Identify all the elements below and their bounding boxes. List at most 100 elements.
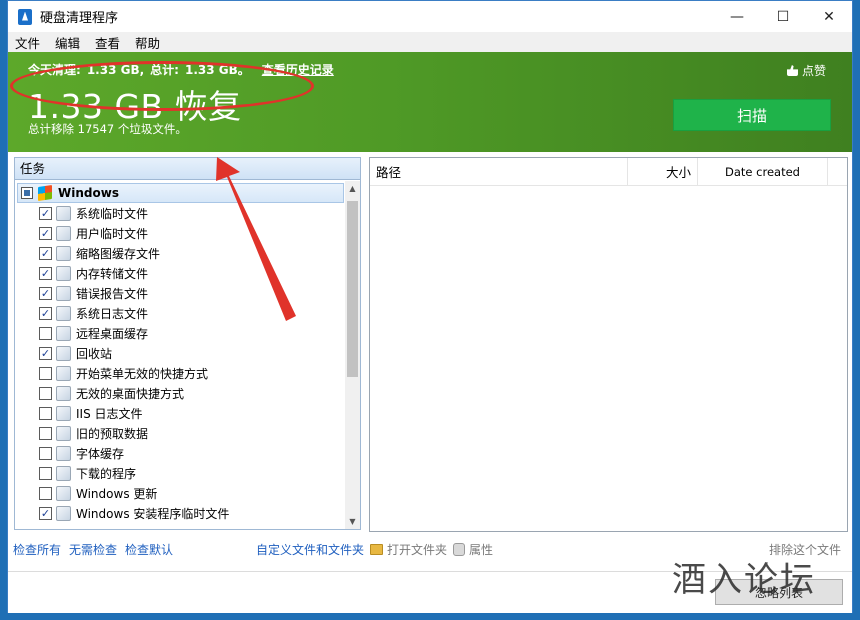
menu-file[interactable]: 文件 (15, 33, 40, 52)
task-item-icon (56, 445, 71, 461)
task-item-label: 无效的桌面快捷方式 (76, 386, 185, 401)
column-date-created[interactable]: Date created (698, 157, 828, 186)
task-checkbox[interactable]: ✓ (39, 226, 52, 240)
task-checkbox[interactable]: ✓ (39, 246, 52, 260)
task-checkbox[interactable]: ✓ (39, 346, 52, 360)
scroll-down-icon[interactable]: ▼ (345, 514, 360, 529)
task-panel: 任务 Windows ✓ 系统临时文件 ✓ 用户临时文件 ✓ 缩略图缓存文件 ✓ 内存转储文件… (14, 157, 361, 530)
task-checkbox[interactable] (39, 446, 52, 460)
task-item-label: Windows 更新 (76, 486, 158, 501)
task-item-icon (56, 285, 71, 301)
thumbs-up-icon (786, 65, 798, 76)
annotation-ellipse (10, 61, 314, 111)
task-item-label: 错误报告文件 (76, 286, 149, 301)
open-folder-link[interactable]: 打开文件夹 (387, 541, 447, 558)
task-item-icon (56, 305, 71, 321)
task-checkbox[interactable]: ✓ (39, 266, 52, 280)
task-item-icon (56, 265, 71, 281)
task-item[interactable]: ✓ 系统日志文件 (15, 303, 346, 323)
task-item[interactable]: 远程桌面缓存 (15, 323, 346, 343)
task-checkbox[interactable] (39, 466, 52, 480)
task-item-label: 缩略图缓存文件 (76, 246, 161, 261)
task-item[interactable]: ✓ 缩略图缓存文件 (15, 243, 346, 263)
file-actions: 自定义文件和文件夹 打开文件夹 属性 (256, 541, 493, 558)
windows-logo-icon (38, 185, 52, 201)
task-item[interactable]: ✓ 用户临时文件 (15, 223, 346, 243)
task-item-label: 系统临时文件 (76, 206, 149, 221)
task-item-icon (56, 485, 71, 501)
task-checkbox[interactable] (39, 406, 52, 420)
task-item[interactable]: ✓ 系统临时文件 (15, 203, 346, 223)
task-checkbox[interactable] (39, 426, 52, 440)
app-window: 硬盘清理程序 — ☐ ✕ 文件 编辑 查看 帮助 今天清理: 1.33 GB, … (7, 0, 853, 613)
task-checkbox[interactable] (39, 386, 52, 400)
task-item[interactable]: 无效的桌面快捷方式 (15, 383, 346, 403)
task-item[interactable]: 旧的预取数据 (15, 423, 346, 443)
menu-view[interactable]: 查看 (95, 33, 120, 52)
menu-help[interactable]: 帮助 (135, 33, 160, 52)
properties-icon (453, 543, 466, 556)
task-item-icon (56, 205, 71, 221)
group-label: Windows (58, 186, 119, 200)
task-checkbox[interactable] (39, 366, 52, 380)
group-windows[interactable]: Windows (17, 183, 344, 203)
menu-edit[interactable]: 编辑 (55, 33, 80, 52)
check-default-link[interactable]: 检查默认 (125, 541, 173, 558)
total-removed-files: 总计移除 17547 个垃圾文件。 (28, 122, 187, 136)
task-item[interactable]: ✓ 内存转储文件 (15, 263, 346, 283)
task-item-label: 回收站 (76, 346, 113, 361)
scan-button[interactable]: 扫描 (673, 99, 831, 131)
task-item-label: 系统日志文件 (76, 306, 149, 321)
custom-files-link[interactable]: 自定义文件和文件夹 (256, 541, 364, 558)
task-item-icon (56, 325, 71, 341)
window-title: 硬盘清理程序 (40, 11, 119, 26)
task-item-icon (56, 465, 71, 481)
task-item-icon (56, 345, 71, 361)
like-label: 点赞 (801, 64, 826, 78)
no-check-link[interactable]: 无需检查 (69, 541, 117, 558)
task-item[interactable]: ✓ 回收站 (15, 343, 346, 363)
window-controls: — ☐ ✕ (714, 1, 852, 32)
task-item-label: Windows 安装程序临时文件 (76, 506, 230, 521)
properties-link[interactable]: 属性 (469, 541, 493, 558)
close-button[interactable]: ✕ (806, 1, 852, 32)
column-path[interactable]: 路径 (370, 157, 628, 186)
task-item[interactable]: ✓ 错误报告文件 (15, 283, 346, 303)
task-item[interactable]: 字体缓存 (15, 443, 346, 463)
task-checkbox[interactable] (39, 486, 52, 500)
task-item[interactable]: Windows 更新 (15, 483, 346, 503)
task-list: Windows ✓ 系统临时文件 ✓ 用户临时文件 ✓ 缩略图缓存文件 ✓ 内存转储文件 ✓ 错误… (15, 181, 346, 529)
task-checkbox[interactable]: ✓ (39, 286, 52, 300)
task-item[interactable]: ✓ Windows 安装程序临时文件 (15, 503, 346, 523)
maximize-button[interactable]: ☐ (760, 1, 806, 32)
menu-bar: 文件 编辑 查看 帮助 (8, 32, 852, 52)
results-header: 路径 大小 Date created (370, 157, 847, 186)
task-checkbox[interactable]: ✓ (39, 506, 52, 520)
task-item-label: IIS 日志文件 (76, 406, 143, 421)
task-checkbox[interactable] (39, 326, 52, 340)
task-checkbox[interactable]: ✓ (39, 206, 52, 220)
check-all-link[interactable]: 检查所有 (13, 541, 61, 558)
title-bar: 硬盘清理程序 — ☐ ✕ (8, 1, 852, 32)
task-item[interactable]: 下载的程序 (15, 463, 346, 483)
task-item-label: 字体缓存 (76, 446, 125, 461)
task-item-label: 下载的程序 (76, 466, 137, 481)
scroll-up-icon[interactable]: ▲ (345, 181, 360, 196)
task-scrollbar[interactable]: ▲ ▼ (345, 181, 360, 529)
task-item-label: 开始菜单无效的快捷方式 (76, 366, 209, 381)
group-checkbox[interactable] (21, 187, 33, 199)
scroll-thumb[interactable] (347, 201, 358, 377)
task-item-icon (56, 225, 71, 241)
task-item-icon (56, 425, 71, 441)
task-item-label: 远程桌面缓存 (76, 326, 149, 341)
app-icon (18, 8, 32, 25)
task-item-label: 旧的预取数据 (76, 426, 149, 441)
results-panel: 路径 大小 Date created (369, 157, 848, 532)
task-item[interactable]: IIS 日志文件 (15, 403, 346, 423)
task-item[interactable]: 开始菜单无效的快捷方式 (15, 363, 346, 383)
minimize-button[interactable]: — (714, 1, 760, 32)
column-size[interactable]: 大小 (628, 157, 698, 186)
like-button[interactable]: 点赞 (786, 62, 826, 79)
task-item-icon (56, 245, 71, 261)
task-checkbox[interactable]: ✓ (39, 306, 52, 320)
